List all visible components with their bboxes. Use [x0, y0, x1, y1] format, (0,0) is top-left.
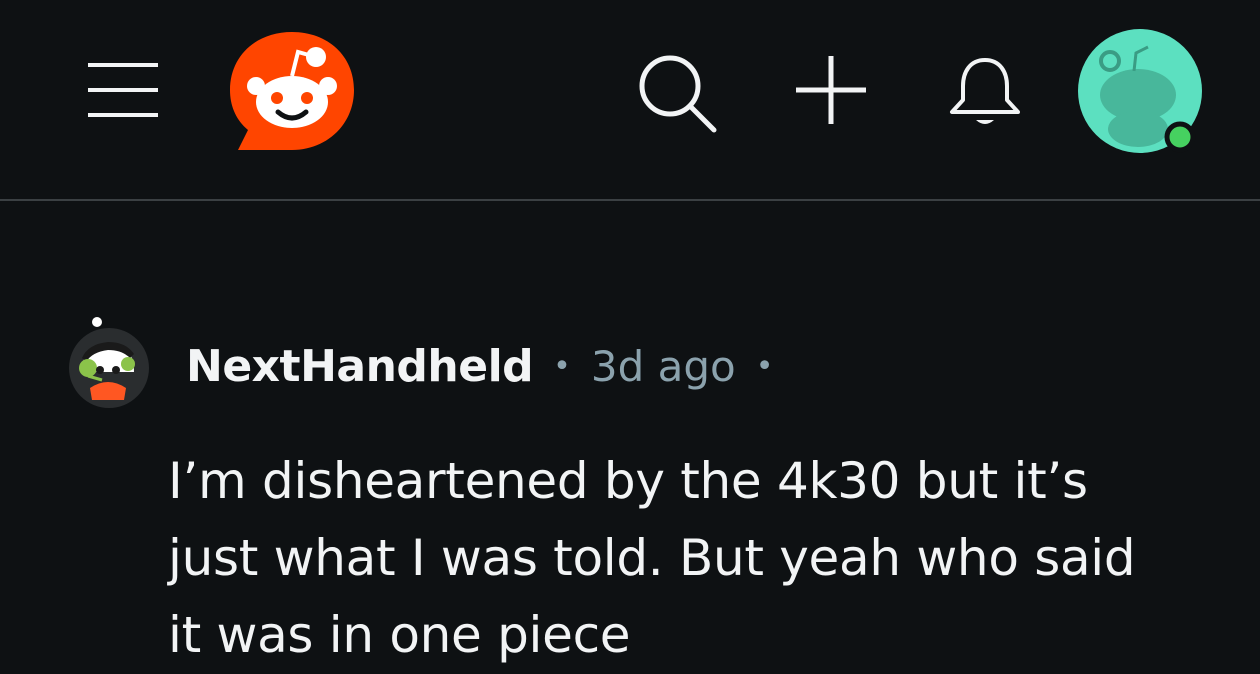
hamburger-menu-icon[interactable] [88, 60, 158, 120]
comment-line: just what I was told. But yeah who said [168, 529, 1136, 587]
meta-separator: • [553, 348, 571, 384]
search-icon[interactable] [636, 52, 718, 134]
bell-icon[interactable] [948, 56, 1022, 132]
online-status-indicator [1164, 121, 1196, 153]
comment-line: it was in one piece [168, 606, 631, 664]
comment-line: I’m disheartened by the 4k30 but it’s [168, 452, 1088, 510]
comment-timestamp: 3d ago [590, 341, 736, 391]
reddit-logo-icon[interactable] [228, 30, 356, 154]
plus-icon[interactable] [796, 54, 866, 126]
comment-username[interactable]: NextHandheld [186, 341, 534, 392]
meta-trailing-separator: • [755, 348, 774, 384]
comment-body: I’m disheartened by the 4k30 but it’s ju… [168, 443, 1248, 674]
comment-meta: NextHandheld • 3d ago • [186, 336, 773, 396]
top-navigation-bar [0, 0, 1260, 201]
user-avatar-icon[interactable] [1078, 29, 1202, 153]
commenter-avatar-icon[interactable] [68, 314, 150, 410]
